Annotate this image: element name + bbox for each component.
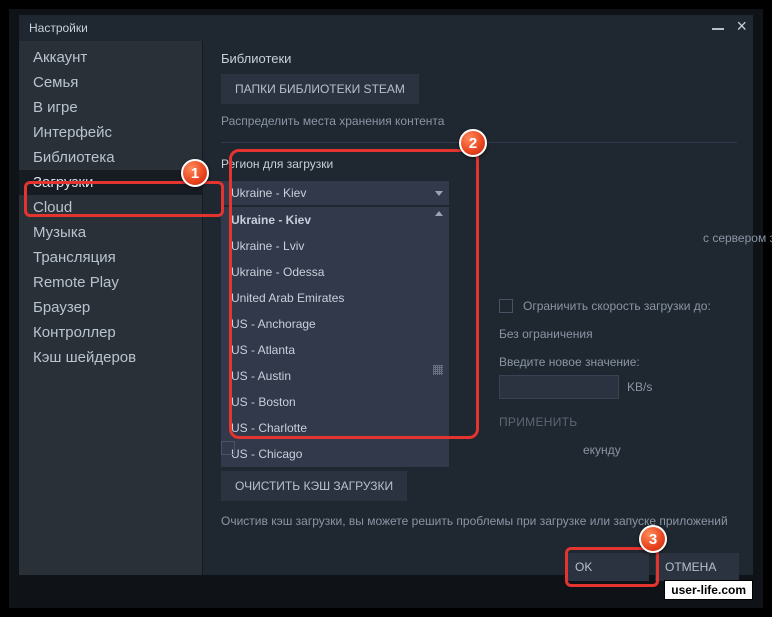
region-option[interactable]: US - Atlanta [221,337,449,363]
annotation-badge-1: 1 [181,159,209,187]
chevron-down-icon [435,191,443,196]
window-body: Аккаунт Семья В игре Интерфейс Библиотек… [19,41,753,575]
partial-checkbox[interactable] [221,441,235,455]
region-dropdown: Ukraine - Kiev Ukraine - Lviv Ukraine - … [221,207,449,467]
limit-label: Ограничить скорость загрузки до: [523,299,711,313]
region-heading: Регион для загрузки [221,157,737,171]
clear-cache-section: ОЧИСТИТЬ КЭШ ЗАГРУЗКИ Очистив кэш загруз… [221,471,731,530]
libraries-desc: Распределить места хранения контента [221,114,737,128]
region-option[interactable]: United Arab Emirates [221,285,449,311]
sidebar-item-downloads[interactable]: Загрузки [19,170,202,195]
cancel-button[interactable]: ОТМЕНА [655,553,739,581]
clear-download-cache-button[interactable]: ОЧИСТИТЬ КЭШ ЗАГРУЗКИ [221,471,407,501]
region-option[interactable]: US - Boston [221,389,449,415]
sidebar-item-remoteplay[interactable]: Remote Play [19,270,202,295]
sidebar-item-interface[interactable]: Интерфейс [19,120,202,145]
speed-input[interactable] [499,375,619,399]
sidebar-item-shadercache[interactable]: Кэш шейдеров [19,345,202,370]
steam-library-folders-button[interactable]: ПАПКИ БИБЛИОТЕКИ STEAM [221,74,419,104]
unit-label: KB/s [627,380,652,394]
titlebar: Настройки × [19,15,753,41]
no-limit-text: Без ограничения [499,327,729,341]
region-selected-value: Ukraine - Kiev [231,186,306,200]
sidebar-item-controller[interactable]: Контроллер [19,320,202,345]
watermark: user-life.com [664,580,753,600]
dialog-buttons: OK ОТМЕНА [565,553,739,581]
region-option[interactable]: US - Chicago [221,441,449,467]
region-option[interactable]: Ukraine - Odessa [221,259,449,285]
close-icon[interactable]: × [736,19,747,33]
apply-button[interactable]: ПРИМЕНИТЬ [499,409,577,435]
region-option[interactable]: Ukraine - Lviv [221,233,449,259]
sidebar-item-cloud[interactable]: Cloud [19,195,202,220]
sidebar: Аккаунт Семья В игре Интерфейс Библиотек… [19,41,203,575]
region-select[interactable]: Ukraine - Kiev [221,181,449,205]
sidebar-item-browser[interactable]: Браузер [19,295,202,320]
annotation-badge-3: 3 [639,525,667,553]
scrollbar-grip-icon[interactable] [433,365,443,375]
sidebar-item-broadcast[interactable]: Трансляция [19,245,202,270]
sidebar-item-family[interactable]: Семья [19,70,202,95]
scroll-up-icon[interactable] [435,211,443,216]
partial-text: екунду [583,443,621,457]
region-option[interactable]: Ukraine - Kiev [221,207,449,233]
ok-button[interactable]: OK [565,553,649,581]
region-option[interactable]: US - Charlotte [221,415,449,441]
download-limits: Ограничить скорость загрузки до: Без огр… [499,299,729,435]
content-pane: Библиотеки ПАПКИ БИБЛИОТЕКИ STEAM Распре… [203,41,753,575]
new-value-row: KB/s [499,375,729,399]
window-title: Настройки [29,21,88,35]
limit-row: Ограничить скорость загрузки до: [499,299,729,313]
sidebar-item-account[interactable]: Аккаунт [19,45,202,70]
settings-window: Настройки × Аккаунт Семья В игре Интерфе… [19,15,753,575]
sidebar-item-music[interactable]: Музыка [19,220,202,245]
region-option[interactable]: US - Austin [221,363,449,389]
region-note: с сервером загрузок, но его можно измени… [703,229,772,247]
sidebar-item-ingame[interactable]: В игре [19,95,202,120]
annotation-badge-2: 2 [459,129,487,157]
minimize-icon[interactable] [712,28,724,30]
limit-checkbox[interactable] [499,299,513,313]
window-controls: × [712,19,747,33]
libraries-heading: Библиотеки [221,51,737,66]
region-option[interactable]: US - Anchorage [221,311,449,337]
frame: Настройки × Аккаунт Семья В игре Интерфе… [8,8,764,609]
sidebar-item-library[interactable]: Библиотека [19,145,202,170]
new-value-label: Введите новое значение: [499,355,729,369]
